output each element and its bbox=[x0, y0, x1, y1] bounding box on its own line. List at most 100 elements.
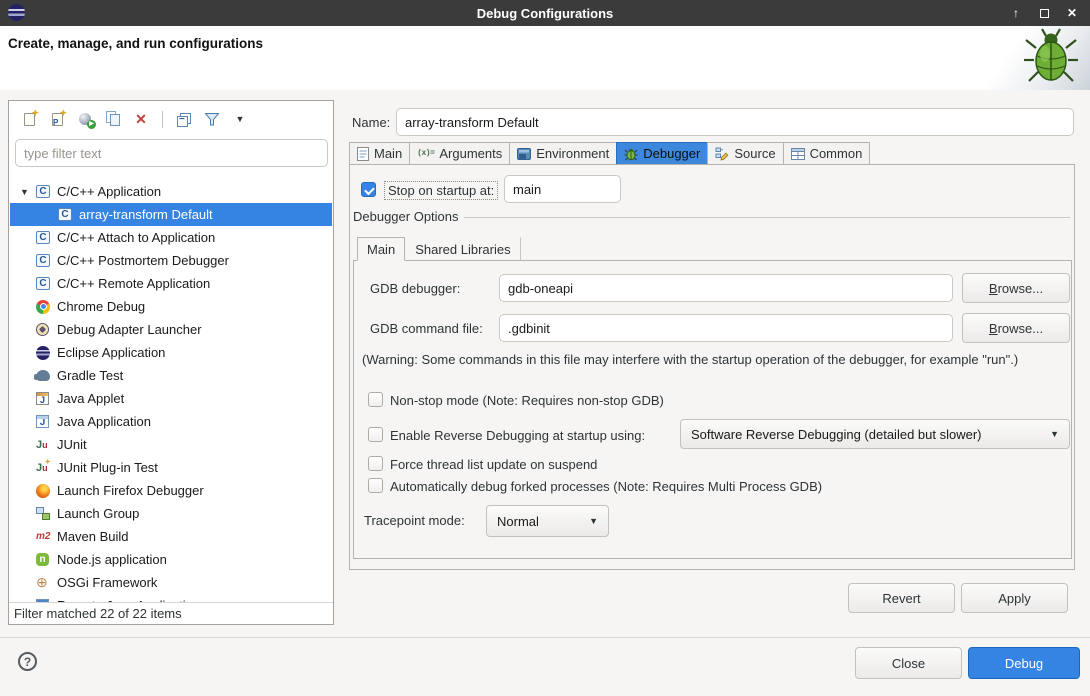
tree-item-c-c-postmortem-debugger[interactable]: CC/C++ Postmortem Debugger bbox=[10, 249, 332, 272]
tracepoint-mode-combo[interactable]: Normal ▼ bbox=[486, 505, 609, 537]
titlebar: Debug Configurations ↑ ✕ bbox=[0, 0, 1090, 26]
tab-source[interactable]: Source bbox=[707, 142, 783, 165]
tree-item-label: C/C++ Postmortem Debugger bbox=[56, 253, 229, 268]
tab-environment[interactable]: Environment bbox=[509, 142, 617, 165]
subtab-shared-libraries[interactable]: Shared Libraries bbox=[405, 237, 520, 261]
close-button[interactable]: Close bbox=[855, 647, 962, 679]
node-icon: n bbox=[36, 553, 56, 566]
gdb-command-file-browse-button[interactable]: Browse... bbox=[962, 313, 1070, 343]
tree-item-java-applet[interactable]: JJava Applet bbox=[10, 387, 332, 410]
configuration-tree: ▼CC/C++ ApplicationCarray-transform Defa… bbox=[10, 180, 332, 603]
tab-arguments[interactable]: (x)=Arguments bbox=[409, 142, 510, 165]
c-app-icon: C bbox=[36, 254, 56, 267]
reverse-debugging-combo[interactable]: Software Reverse Debugging (detailed but… bbox=[680, 419, 1070, 449]
tree-item-launch-firefox-debugger[interactable]: Launch Firefox Debugger bbox=[10, 479, 332, 502]
tree-item-maven-build[interactable]: m2Maven Build bbox=[10, 525, 332, 548]
source-tab-icon bbox=[715, 147, 729, 161]
tree-item-label: Debug Adapter Launcher bbox=[56, 322, 202, 337]
environment-tab-icon bbox=[517, 148, 531, 160]
java-applet-icon: J bbox=[36, 392, 56, 405]
minimize-button[interactable]: ↑ bbox=[1008, 5, 1024, 21]
new-launch-configuration-prototype-button[interactable]: P✦ bbox=[45, 108, 69, 130]
debugger-options-subtabs: MainShared Libraries bbox=[357, 237, 521, 261]
non-stop-mode-checkbox[interactable] bbox=[368, 392, 383, 407]
tree-item-eclipse-application[interactable]: Eclipse Application bbox=[10, 341, 332, 364]
tree-item-launch-group[interactable]: Launch Group bbox=[10, 502, 332, 525]
filter-launch-configurations-button[interactable] bbox=[200, 108, 224, 130]
gdb-debugger-input[interactable] bbox=[499, 274, 953, 302]
tree-item-label: JUnit bbox=[56, 437, 87, 452]
tree-item-label: C/C++ Attach to Application bbox=[56, 230, 215, 245]
tree-item-java-application[interactable]: JJava Application bbox=[10, 410, 332, 433]
tree-item-junit-plug-in-test[interactable]: JuJUnit Plug-in Test bbox=[10, 456, 332, 479]
revert-button[interactable]: Revert bbox=[848, 583, 955, 613]
debugger-options-legend: Debugger Options bbox=[353, 209, 1070, 224]
tree-item-node-js-application[interactable]: nNode.js application bbox=[10, 548, 332, 571]
tree-item-label: Node.js application bbox=[56, 552, 167, 567]
tree-item-c-c-application[interactable]: ▼CC/C++ Application bbox=[10, 180, 332, 203]
c-app-icon: C bbox=[36, 231, 56, 244]
osgi-icon: ⊕ bbox=[36, 574, 56, 591]
tree-item-label: JUnit Plug-in Test bbox=[56, 460, 158, 475]
filter-box bbox=[15, 139, 328, 167]
chevron-down-icon: ▼ bbox=[1036, 429, 1059, 439]
debug-forked-processes-checkbox[interactable] bbox=[368, 478, 383, 493]
debugger-tab-icon bbox=[624, 147, 638, 161]
gdb-debugger-browse-button[interactable]: Browse... bbox=[962, 273, 1070, 303]
tab-debugger[interactable]: Debugger bbox=[616, 142, 708, 165]
export-launch-configuration-button[interactable]: ▶ bbox=[73, 108, 97, 130]
tree-item-c-c-attach-to-application[interactable]: CC/C++ Attach to Application bbox=[10, 226, 332, 249]
tree-item-chrome-debug[interactable]: Chrome Debug bbox=[10, 295, 332, 318]
view-menu-button[interactable]: ▼ bbox=[228, 108, 252, 130]
common-tab-icon bbox=[791, 148, 805, 160]
eclipse-icon bbox=[36, 346, 56, 360]
debugger-options-title: Debugger Options bbox=[353, 209, 459, 224]
tree-item-osgi-framework[interactable]: ⊕OSGi Framework bbox=[10, 571, 332, 594]
debugger-tab-content: Stop on startup at: Debugger Options Mai… bbox=[349, 164, 1075, 570]
page-title: Create, manage, and run configurations bbox=[8, 36, 263, 51]
tracepoint-mode-label: Tracepoint mode: bbox=[364, 513, 465, 528]
stop-on-startup-input[interactable] bbox=[504, 175, 621, 203]
maximize-button[interactable] bbox=[1036, 5, 1052, 21]
collapse-all-button[interactable] bbox=[172, 108, 196, 130]
tree-item-c-c-remote-application[interactable]: CC/C++ Remote Application bbox=[10, 272, 332, 295]
tree-item-label: Java Application bbox=[56, 414, 151, 429]
firefox-icon bbox=[36, 484, 56, 498]
tree-item-label: Launch Firefox Debugger bbox=[56, 483, 204, 498]
tree-item-debug-adapter-launcher[interactable]: Debug Adapter Launcher bbox=[10, 318, 332, 341]
subtab-main[interactable]: Main bbox=[357, 237, 405, 261]
tree-item-gradle-test[interactable]: Gradle Test bbox=[10, 364, 332, 387]
window-title: Debug Configurations bbox=[0, 6, 1090, 21]
debug-button[interactable]: Debug bbox=[968, 647, 1080, 679]
tab-label: Environment bbox=[536, 146, 609, 161]
reverse-debugging-checkbox[interactable] bbox=[368, 427, 383, 442]
tree-item-label: OSGi Framework bbox=[56, 575, 157, 590]
debug-adapter-icon bbox=[36, 323, 56, 336]
tab-main[interactable]: Main bbox=[349, 142, 410, 165]
tree-item-label: Java Applet bbox=[56, 391, 124, 406]
reverse-debugging-label: Enable Reverse Debugging at startup usin… bbox=[390, 428, 645, 443]
tab-label: Main bbox=[374, 146, 402, 161]
configuration-tabs: Main (x)=Arguments Environment DebuggerSour… bbox=[349, 142, 870, 165]
tree-item-array-transform-default[interactable]: Carray-transform Default bbox=[10, 203, 332, 226]
help-button[interactable]: ? bbox=[18, 652, 37, 671]
new-launch-configuration-button[interactable]: ✦ bbox=[17, 108, 41, 130]
tree-item-junit[interactable]: JuJUnit bbox=[10, 433, 332, 456]
name-input[interactable] bbox=[396, 108, 1074, 136]
close-button[interactable]: ✕ bbox=[1064, 5, 1080, 21]
legend-rule bbox=[464, 217, 1070, 218]
stop-on-startup-checkbox[interactable] bbox=[361, 182, 376, 197]
launch-group-icon bbox=[36, 507, 56, 520]
non-stop-mode-label: Non-stop mode (Note: Requires non-stop G… bbox=[390, 393, 664, 408]
duplicate-launch-configuration-button[interactable] bbox=[101, 108, 125, 130]
tree-item-label: Gradle Test bbox=[56, 368, 123, 383]
launch-configurations-panel: ✦P✦▶ ✕ ▼ ▼CC/C++ ApplicationCarray-transfo… bbox=[8, 100, 334, 625]
expander-icon[interactable]: ▼ bbox=[16, 187, 36, 197]
tab-common[interactable]: Common bbox=[783, 142, 871, 165]
delete-launch-configuration-button[interactable]: ✕ bbox=[129, 108, 153, 130]
apply-button[interactable]: Apply bbox=[961, 583, 1068, 613]
gdb-command-file-input[interactable] bbox=[499, 314, 953, 342]
filter-input[interactable] bbox=[15, 139, 328, 167]
tab-label: Common bbox=[810, 146, 863, 161]
force-thread-list-checkbox[interactable] bbox=[368, 456, 383, 471]
